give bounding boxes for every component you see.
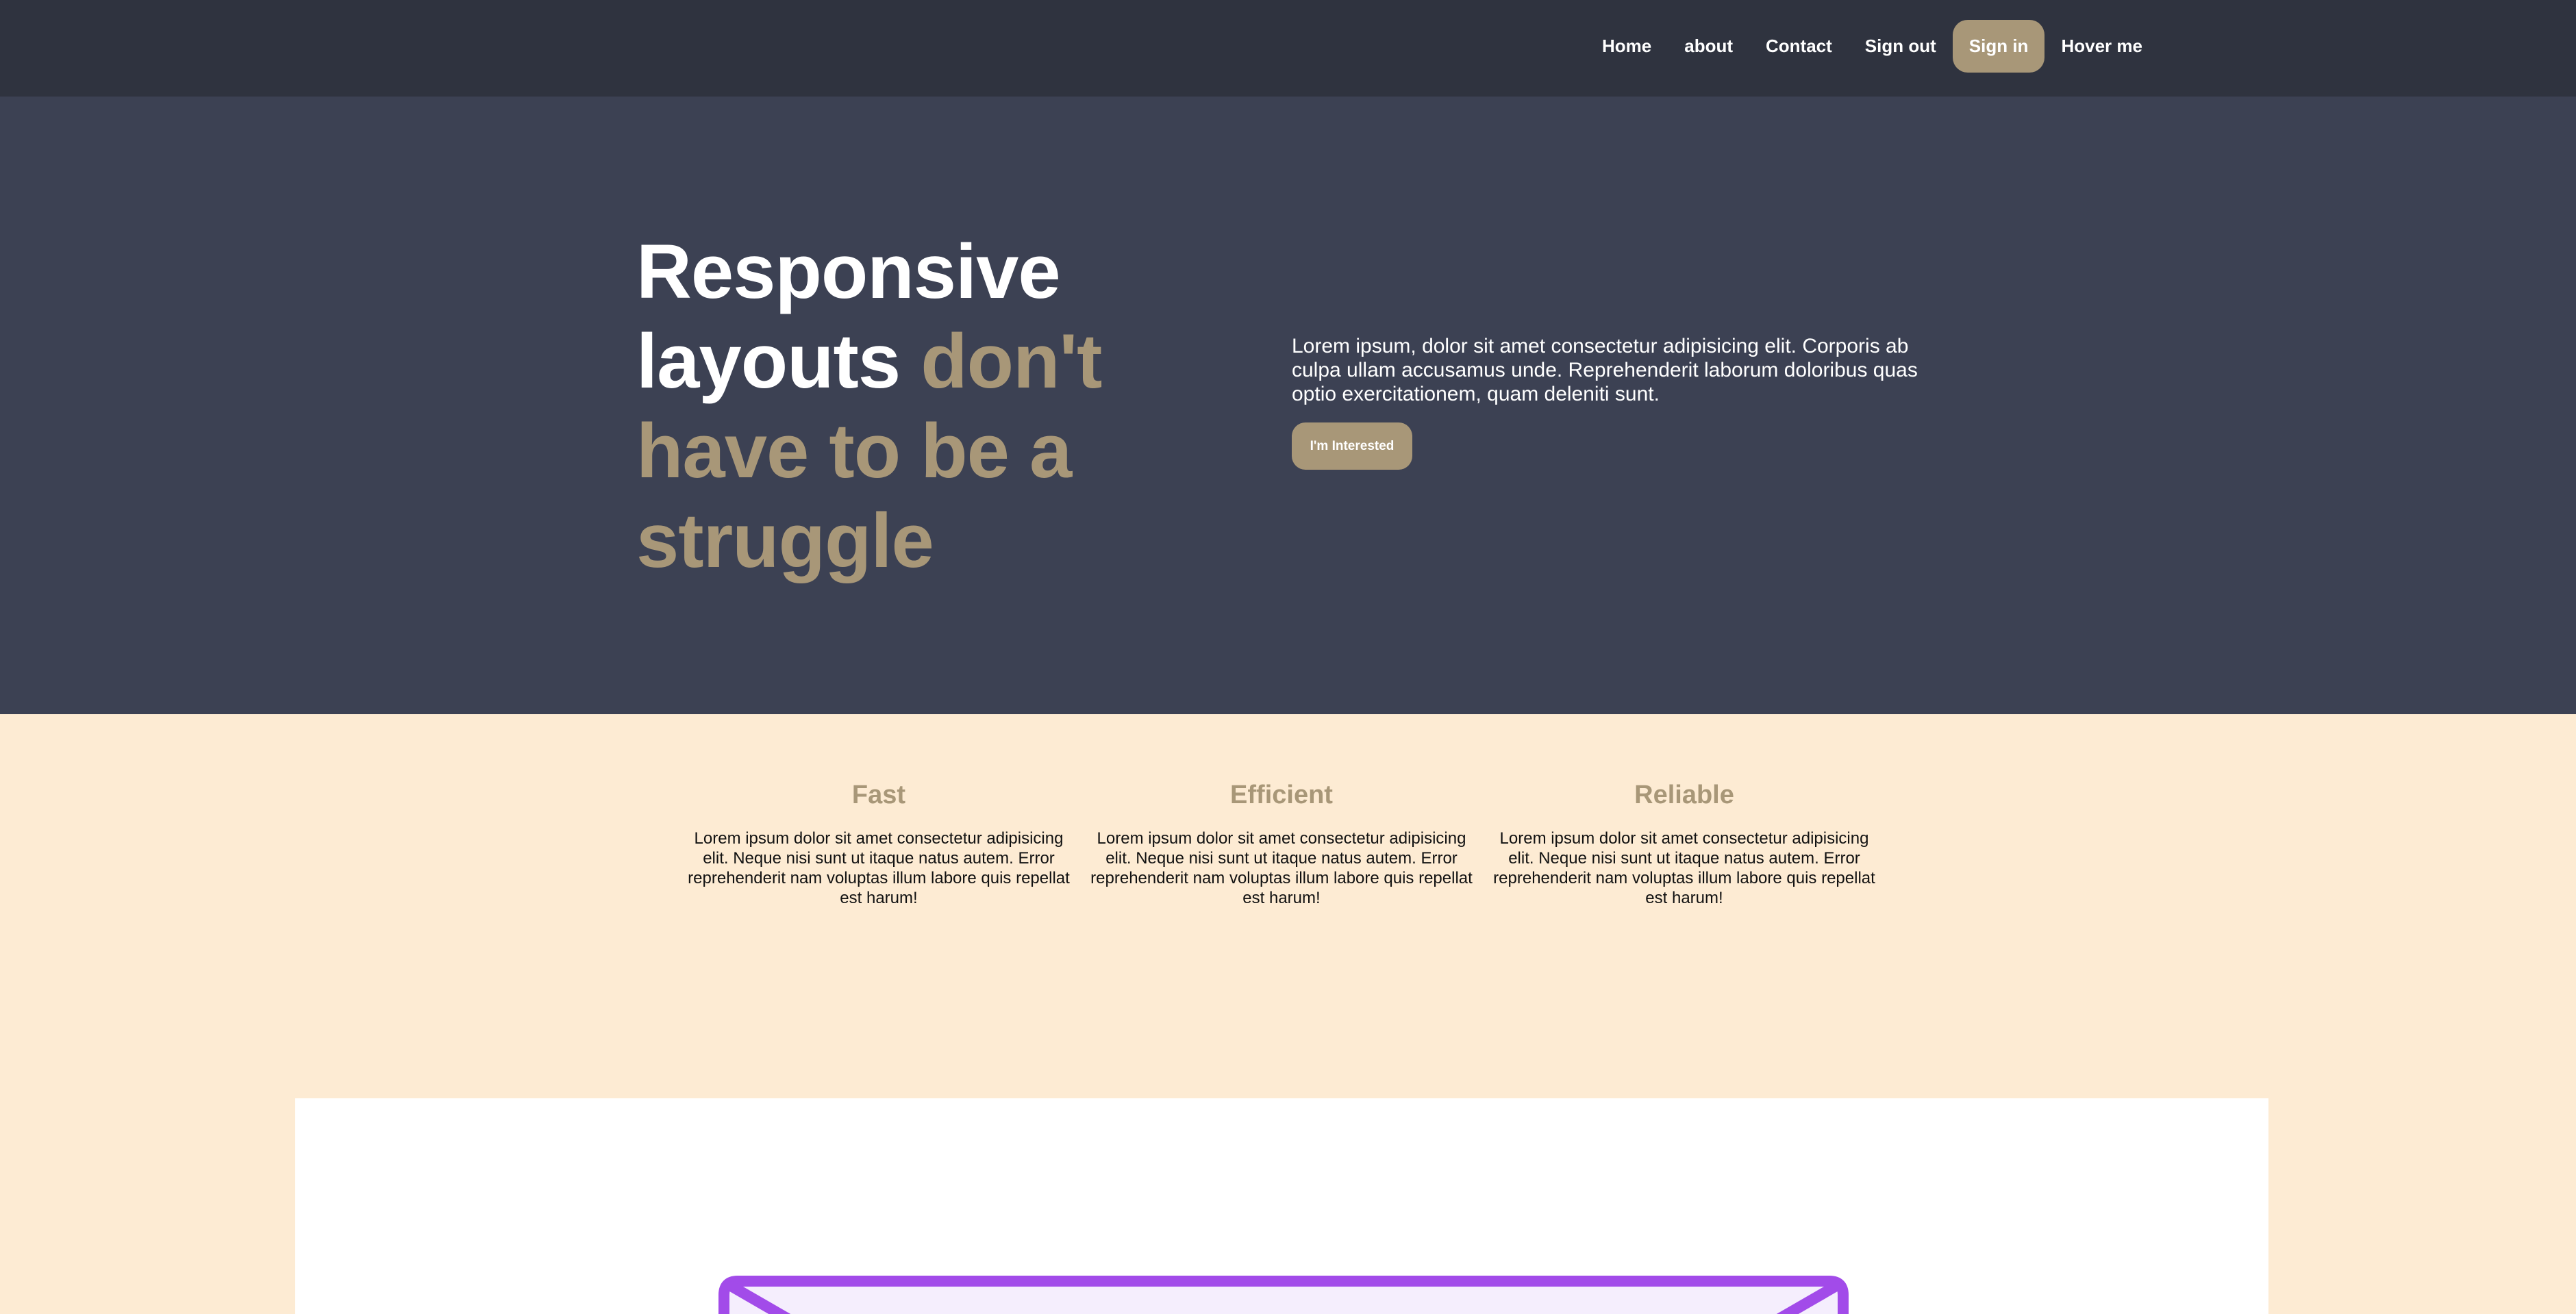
nav-link-hover-me[interactable]: Hover me <box>2044 20 2159 73</box>
nav-link-home[interactable]: Home <box>1586 20 1668 73</box>
feature-text: Lorem ipsum dolor sit amet consectetur a… <box>688 829 1070 907</box>
hero-title: Responsive layouts don't have to be a st… <box>636 227 1184 585</box>
hero-section: Responsive layouts don't have to be a st… <box>0 97 2576 714</box>
feature-title: Reliable <box>1634 781 1734 809</box>
im-interested-button[interactable]: I'm Interested <box>1292 422 1412 470</box>
hero-description: Lorem ipsum, dolor sit amet consectetur … <box>1292 335 1918 405</box>
feature-fast: Fast Lorem ipsum dolor sit amet consecte… <box>687 779 1071 908</box>
main-nav: Home about Contact Sign out Sign in Hove… <box>1586 20 2159 73</box>
feature-reliable: Reliable Lorem ipsum dolor sit amet cons… <box>1492 779 1876 908</box>
feature-text: Lorem ipsum dolor sit amet consectetur a… <box>1090 829 1473 907</box>
hero-title-line1: Responsive <box>636 229 1061 314</box>
nav-link-sign-in[interactable]: Sign in <box>1952 20 2045 73</box>
feature-efficient: Efficient Lorem ipsum dolor sit amet con… <box>1090 779 1473 908</box>
nav-link-about[interactable]: about <box>1668 20 1749 73</box>
hero-title-line3: have to be a <box>636 408 1072 494</box>
hero-title-line4: struggle <box>636 498 934 583</box>
envelope-icon <box>718 1276 1849 1314</box>
nav-link-sign-out[interactable]: Sign out <box>1849 20 1953 73</box>
feature-title: Efficient <box>1230 781 1333 809</box>
nav-link-contact[interactable]: Contact <box>1749 20 1849 73</box>
illustration-card <box>295 1098 2268 1314</box>
feature-text: Lorem ipsum dolor sit amet consectetur a… <box>1493 829 1875 907</box>
feature-title: Fast <box>851 781 906 809</box>
top-navbar: Home about Contact Sign out Sign in Hove… <box>0 0 2576 97</box>
hero-title-line2-white: layouts <box>636 318 921 404</box>
features-section: Fast Lorem ipsum dolor sit amet consecte… <box>0 714 2576 1098</box>
hero-title-line2-accent: don't <box>921 318 1102 404</box>
